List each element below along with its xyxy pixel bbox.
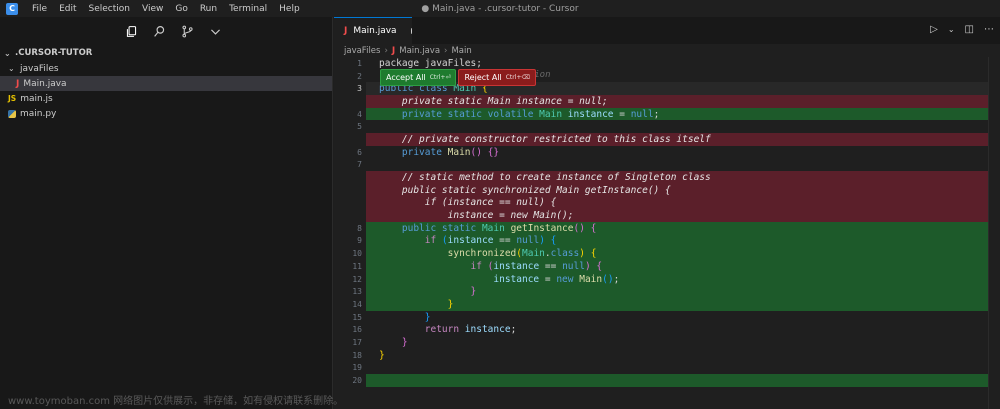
- chevron-right-icon: ›: [384, 46, 388, 56]
- tab-label: Main.java: [353, 26, 397, 36]
- reject-shortcut: Ctrl+⌫: [505, 74, 530, 81]
- code-line[interactable]: 5: [334, 120, 988, 133]
- code-line-added[interactable]: 11 if (instance == null) {: [334, 260, 988, 273]
- file-label: main.js: [20, 93, 53, 104]
- file-main-js[interactable]: JS main.js: [0, 91, 332, 106]
- code-line-added[interactable]: 13 }: [334, 285, 988, 299]
- accept-shortcut: Ctrl+⏎: [429, 74, 451, 81]
- java-file-icon: J: [344, 26, 348, 36]
- app-logo-icon: C: [6, 2, 18, 15]
- file-label: Main.java: [23, 78, 67, 89]
- accept-all-label: Accept All: [386, 73, 426, 82]
- chevron-down-icon[interactable]: [208, 24, 222, 38]
- scrollbar[interactable]: [988, 57, 1000, 409]
- code-line-added[interactable]: 10 synchronized(Main. class) {: [334, 247, 988, 260]
- code-line-added[interactable]: 9 if (instance == null) {: [334, 234, 988, 248]
- python-file-icon: [8, 109, 16, 118]
- source-control-icon[interactable]: [180, 24, 194, 38]
- breadcrumb-symbol[interactable]: Main: [451, 46, 471, 56]
- code-line-added[interactable]: 20: [334, 374, 988, 387]
- js-file-icon: JS: [8, 94, 17, 103]
- unsaved-dot-icon[interactable]: [410, 28, 412, 34]
- title-bar: C File Edit Selection View Go Run Termin…: [0, 0, 1000, 17]
- breadcrumb-file[interactable]: Main.java: [399, 46, 440, 56]
- code-line[interactable]: 16 return instance;: [334, 323, 988, 336]
- code-line-removed[interactable]: instance = new Main();: [334, 209, 988, 222]
- chevron-down-icon: ⌄: [8, 64, 15, 73]
- explorer-sidebar: ⌄ .CURSOR-TUTOR ⌄ javaFiles J Main.java …: [0, 17, 333, 409]
- reject-all-label: Reject All: [464, 73, 502, 82]
- run-icon[interactable]: ▷: [930, 24, 938, 35]
- code-editor[interactable]: 1 package javaFiles; 2 3 public class Main…: [334, 57, 988, 387]
- menu-help[interactable]: Help: [273, 4, 306, 14]
- menu-go[interactable]: Go: [169, 4, 193, 14]
- menu-bar: File Edit Selection View Go Run Terminal…: [26, 4, 306, 14]
- sidebar-toolbar: [0, 17, 332, 45]
- menu-terminal[interactable]: Terminal: [223, 4, 273, 14]
- explorer-root[interactable]: ⌄ .CURSOR-TUTOR: [0, 45, 332, 61]
- code-line[interactable]: 6 private Main() {}: [334, 146, 988, 159]
- reject-all-button[interactable]: Reject All Ctrl+⌫: [458, 69, 536, 86]
- java-file-icon: J: [391, 46, 396, 56]
- chevron-right-icon: ›: [444, 46, 448, 56]
- code-line-added[interactable]: 12 instance = new Main();: [334, 272, 988, 286]
- code-line-removed[interactable]: if (instance == null) {: [334, 196, 988, 210]
- breadcrumb-folder[interactable]: javaFiles: [344, 46, 380, 56]
- workspace-name: .CURSOR-TUTOR: [15, 48, 93, 58]
- tab-main-java[interactable]: J Main.java: [334, 17, 412, 44]
- tab-bar: J Main.java ▷ ⌄ ◫ ⋯: [334, 17, 1000, 44]
- code-line[interactable]: 1 package javaFiles;: [334, 57, 988, 70]
- file-label: main.py: [20, 108, 57, 119]
- code-line[interactable]: 17 }: [334, 336, 988, 349]
- java-file-icon: J: [16, 78, 20, 89]
- code-line-removed[interactable]: // static method to create instance of S…: [334, 171, 988, 184]
- files-icon[interactable]: [124, 24, 138, 38]
- code-line-added[interactable]: 14 }: [334, 298, 988, 311]
- code-line-added[interactable]: 4 private static volatile Main instance …: [334, 107, 988, 121]
- breadcrumb: javaFiles › J Main.java › Main: [334, 44, 1000, 58]
- code-line-removed[interactable]: public static synchronized Main getInsta…: [334, 183, 988, 197]
- code-line[interactable]: 15 }: [334, 311, 988, 324]
- chevron-down-icon: ⌄: [4, 48, 11, 58]
- editor-actions: ▷ ⌄ ◫ ⋯: [930, 24, 994, 35]
- code-line[interactable]: 19: [334, 362, 988, 375]
- menu-selection[interactable]: Selection: [83, 4, 136, 14]
- diff-actions: Accept All Ctrl+⏎ Reject All Ctrl+⌫: [380, 69, 536, 86]
- code-line-removed[interactable]: // private constructor restricted to thi…: [334, 133, 988, 146]
- menu-run[interactable]: Run: [194, 4, 223, 14]
- code-line-removed[interactable]: private static Main instance = null;: [334, 95, 988, 108]
- file-main-py[interactable]: main.py: [0, 106, 332, 121]
- code-line[interactable]: 18}: [334, 349, 988, 362]
- split-editor-icon[interactable]: ◫: [965, 24, 974, 35]
- folder-label: javaFiles: [20, 63, 59, 74]
- menu-view[interactable]: View: [136, 4, 169, 14]
- file-main-java[interactable]: J Main.java: [0, 76, 332, 91]
- chevron-down-icon[interactable]: ⌄: [948, 25, 955, 34]
- code-line[interactable]: 7: [334, 159, 988, 172]
- watermark: www.toymoban.com 网络图片仅供展示，非存储，如有侵权请联系删除。: [8, 396, 344, 407]
- folder-javafiles[interactable]: ⌄ javaFiles: [0, 61, 332, 76]
- search-icon[interactable]: [152, 24, 166, 38]
- menu-file[interactable]: File: [26, 4, 53, 14]
- more-actions-icon[interactable]: ⋯: [984, 24, 994, 35]
- menu-edit[interactable]: Edit: [53, 4, 82, 14]
- code-line-added[interactable]: 8 public static Main getInstance() {: [334, 221, 988, 235]
- accept-all-button[interactable]: Accept All Ctrl+⏎: [380, 69, 457, 86]
